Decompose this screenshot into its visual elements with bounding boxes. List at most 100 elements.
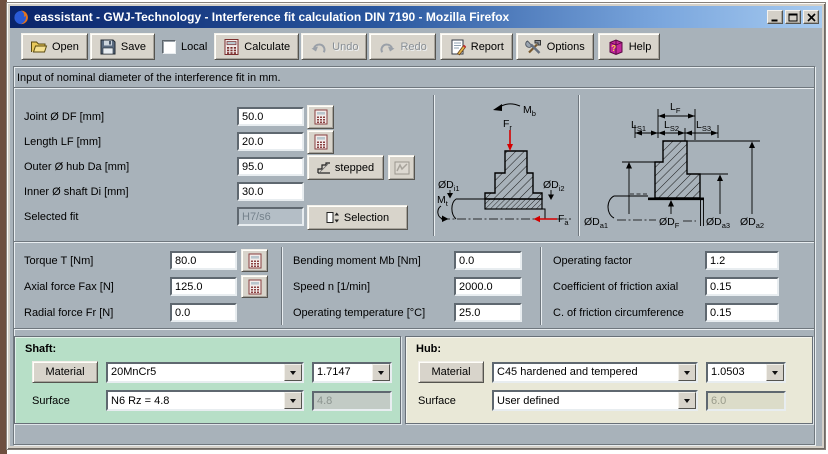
undo-label: Undo [332, 41, 358, 53]
calculate-label: Calculate [244, 41, 290, 53]
hub-surface-value: User defined [494, 394, 678, 408]
shaft-material-value: 20MnCr5 [108, 365, 284, 379]
joint-diameter-input[interactable] [237, 107, 304, 126]
shaft-surface-value: N6 Rz = 4.8 [108, 394, 284, 408]
hub-surface-select[interactable]: User defined [492, 390, 698, 411]
help-label: Help [629, 41, 652, 53]
label-mt: Mt [437, 194, 449, 208]
help-button[interactable]: ? Help [598, 33, 661, 60]
hub-material-select[interactable]: C45 hardened and tempered [492, 362, 698, 383]
torque-input[interactable] [170, 251, 237, 270]
shaft-surface-label: Surface [32, 395, 98, 407]
bending-moment-input[interactable] [454, 251, 522, 270]
axial-force-input[interactable] [170, 277, 237, 296]
hub-panel: Hub: Material C45 hardened and tempered … [405, 336, 813, 424]
operating-factor-input[interactable] [705, 251, 779, 270]
chart-button[interactable] [388, 155, 415, 180]
label-fr: Fr [503, 118, 512, 132]
info-text: Input of nominal diameter of the interfe… [17, 72, 281, 84]
label-lf: LF [670, 101, 681, 115]
report-icon [449, 38, 467, 56]
chevron-down-icon[interactable] [284, 392, 302, 409]
label-di2: ØDi2 [543, 179, 565, 193]
save-label: Save [121, 41, 146, 53]
friction-circumference-input[interactable] [705, 303, 779, 322]
local-option: Local [162, 33, 207, 60]
shaft-material-select[interactable]: 20MnCr5 [106, 362, 304, 383]
local-checkbox[interactable] [162, 40, 176, 54]
selection-button[interactable]: Selection [307, 205, 408, 230]
toolbar: Open Save Local [21, 33, 660, 60]
selected-fit-input [237, 207, 304, 226]
report-button[interactable]: Report [440, 33, 513, 60]
length-input[interactable] [237, 132, 304, 151]
hub-material-number-value: 1.0503 [708, 365, 766, 379]
inner-shaft-label: Inner Ø shaft Di [mm] [24, 186, 129, 198]
chevron-down-icon[interactable] [678, 364, 696, 381]
divider [14, 328, 814, 330]
speed-label: Speed n [1/min] [293, 281, 370, 293]
redo-button[interactable]: Redo [369, 33, 435, 60]
inner-shaft-input[interactable] [237, 182, 304, 201]
save-button[interactable]: Save [90, 33, 155, 60]
label-mb: Mb [523, 104, 536, 118]
help-icon: ? [607, 38, 625, 56]
outer-hub-input[interactable] [237, 157, 304, 176]
radial-force-input[interactable] [170, 303, 237, 322]
open-icon [30, 38, 48, 56]
bending-moment-label: Bending moment Mb [Nm] [293, 255, 421, 267]
length-calc-button[interactable] [307, 130, 334, 154]
shaft-material-number-select[interactable]: 1.7147 [312, 362, 392, 383]
friction-circumference-label: C. of friction circumference [553, 307, 684, 319]
undo-button[interactable]: Undo [301, 33, 367, 60]
friction-axial-input[interactable] [705, 277, 779, 296]
redo-label: Redo [400, 41, 426, 53]
hub-material-button[interactable]: Material [418, 361, 484, 383]
close-button[interactable] [803, 10, 819, 24]
axial-force-calc-button[interactable] [241, 275, 268, 298]
speed-input[interactable] [454, 277, 522, 296]
maximize-icon [788, 13, 798, 22]
joint-diameter-calc-button[interactable] [307, 105, 334, 129]
label-ls1: LS1 [631, 119, 646, 133]
report-label: Report [471, 41, 504, 53]
label-ls3: LS3 [696, 119, 711, 133]
chevron-down-icon[interactable] [766, 364, 784, 381]
divider [540, 247, 542, 325]
redo-icon [378, 39, 396, 55]
joint-diameter-label: Joint Ø DF [mm] [24, 111, 104, 123]
hub-material-number-select[interactable]: 1.0503 [706, 362, 786, 383]
options-button[interactable]: Options [516, 33, 594, 60]
hub-surface-label: Surface [418, 395, 484, 407]
chevron-down-icon[interactable] [372, 364, 390, 381]
chevron-down-icon[interactable] [678, 392, 696, 409]
label-ls2: LS2 [664, 119, 679, 133]
shaft-material-number-value: 1.7147 [314, 365, 372, 379]
shaft-material-button[interactable]: Material [32, 361, 98, 383]
label-di1: ØDi1 [438, 179, 460, 193]
divider [433, 95, 435, 236]
length-label: Length LF [mm] [24, 136, 101, 148]
torque-calc-button[interactable] [241, 249, 268, 272]
calculator-icon [248, 279, 262, 295]
minimize-button[interactable] [767, 10, 783, 24]
friction-axial-label: Coefficient of friction axial [553, 281, 678, 293]
undo-icon [310, 39, 328, 55]
calculate-button[interactable]: Calculate [214, 33, 299, 60]
operating-temperature-input[interactable] [454, 303, 522, 322]
stepped-button[interactable]: stepped [307, 155, 384, 180]
chevron-down-icon[interactable] [284, 364, 302, 381]
selected-fit-label: Selected fit [24, 211, 78, 223]
maximize-button[interactable] [785, 10, 801, 24]
selection-icon [326, 211, 340, 224]
label-df: ØDF [659, 216, 680, 230]
open-button[interactable]: Open [21, 33, 88, 60]
label-fa: Fa [558, 213, 569, 227]
open-label: Open [52, 41, 79, 53]
selection-label: Selection [344, 212, 389, 224]
calculate-icon [223, 38, 240, 56]
hub-title: Hub: [416, 343, 441, 355]
svg-text:?: ? [611, 44, 616, 53]
shaft-surface-select[interactable]: N6 Rz = 4.8 [106, 390, 304, 411]
label-da2: ØDa2 [740, 216, 764, 230]
